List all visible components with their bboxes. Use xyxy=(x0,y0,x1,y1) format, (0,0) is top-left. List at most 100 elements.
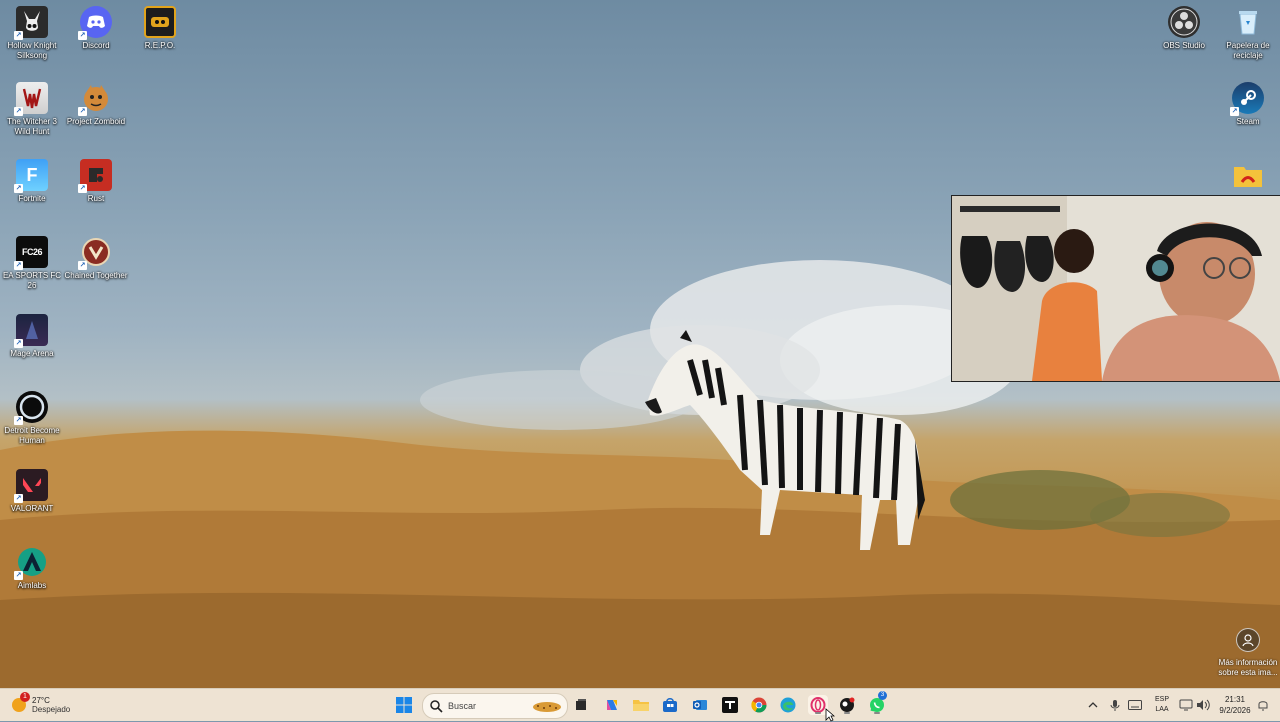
keyboard-icon xyxy=(1128,700,1142,710)
edge-icon xyxy=(780,697,796,713)
show-hidden-icons-button[interactable] xyxy=(1086,698,1100,712)
taskbar-outlook[interactable] xyxy=(690,695,710,715)
desktop-icon-label: Fortnite xyxy=(18,194,46,203)
desktop-icon-label: Project Zomboid xyxy=(66,117,126,126)
desktop-icon-steam[interactable]: ↗ Steam xyxy=(1216,82,1280,127)
search-icon xyxy=(430,700,443,713)
speaker-icon xyxy=(1197,699,1210,711)
copilot-icon xyxy=(607,700,617,710)
taskbar-file-explorer[interactable] xyxy=(631,695,651,715)
start-button[interactable] xyxy=(394,695,414,715)
desktop-icon-label: Discord xyxy=(82,41,110,50)
running-indicator xyxy=(844,712,850,714)
desktop-icon-mage-arena[interactable]: ↗ Mage Arena xyxy=(0,314,64,359)
weather-widget[interactable]: 1 27°C Despejado xyxy=(12,692,71,717)
input-language-button[interactable]: ESP LAA xyxy=(1152,695,1172,715)
desktop-icon-label: Papelera de reciclaje xyxy=(1226,41,1270,60)
tidal-icon xyxy=(722,697,738,713)
desktop-icon-folder[interactable] xyxy=(1216,160,1280,192)
desktop-icon-label: Steam xyxy=(1236,117,1260,126)
desktop-icon-obs[interactable]: OBS Studio xyxy=(1152,6,1216,51)
opera-gx-icon xyxy=(810,697,826,713)
taskbar-game-app[interactable] xyxy=(837,695,857,715)
taskbar-chrome[interactable] xyxy=(749,695,769,715)
weather-notification-badge: 1 xyxy=(20,692,30,702)
taskbar-edge[interactable] xyxy=(778,695,798,715)
whatsapp-badge: 3 xyxy=(878,691,887,700)
clock-button[interactable]: 21:31 9/2/2026 xyxy=(1214,694,1256,716)
taskbar-tidal[interactable] xyxy=(720,695,740,715)
repo-icon xyxy=(144,6,176,38)
taskbar-search[interactable]: Buscar xyxy=(422,693,568,719)
desktop-icon-label: OBS Studio xyxy=(1163,41,1205,50)
chained-together-icon: ↗ xyxy=(78,236,112,270)
taskbar-microsoft-store[interactable] xyxy=(660,695,680,715)
obs-icon xyxy=(1168,6,1200,38)
microphone-button[interactable] xyxy=(1108,698,1122,712)
desktop-icon-label: Rust xyxy=(87,194,105,203)
valorant-icon: ↗ xyxy=(14,469,48,503)
weather-temperature: 27°C xyxy=(32,696,50,705)
desktop-icon-hollow-knight[interactable]: ↗ Hollow Knight Silksong xyxy=(0,6,64,61)
folder-icon xyxy=(1232,160,1264,192)
taskbar: 1 27°C Despejado Buscar 3 ESP LAA 21:31 … xyxy=(0,688,1280,722)
desktop-icon-ea-fc26[interactable]: FC26 ↗ EA SPORTS FC 26 xyxy=(0,236,64,291)
task-view-icon xyxy=(576,699,586,710)
search-placeholder: Buscar xyxy=(448,701,477,711)
learn-more-label: Más información sobre esta ima... xyxy=(1218,658,1278,677)
desktop-icon-label: VALORANT xyxy=(10,504,54,513)
network-icon xyxy=(1179,699,1193,711)
clock-date: 9/2/2026 xyxy=(1219,706,1251,715)
desktop-icon-rust[interactable]: ↗ Rust xyxy=(64,159,128,204)
mage-arena-icon: ↗ xyxy=(14,314,48,348)
desktop-icon-label: Aimlabs xyxy=(17,581,47,590)
chevron-up-icon xyxy=(1088,702,1098,708)
desktop-icon-recycle-bin[interactable]: Papelera de reciclaje xyxy=(1216,6,1280,61)
desktop-icon-aimlabs[interactable]: ↗ Aimlabs xyxy=(0,546,64,591)
fortnite-icon: F ↗ xyxy=(14,159,48,193)
hollow-knight-icon: ↗ xyxy=(14,6,48,40)
weather-condition: Despejado xyxy=(32,705,71,714)
rust-icon: ↗ xyxy=(78,159,112,193)
chrome-icon xyxy=(751,697,767,713)
detroit-icon: ↗ xyxy=(14,391,48,425)
taskbar-whatsapp[interactable]: 3 xyxy=(867,691,887,715)
discord-icon: ↗ xyxy=(78,6,112,40)
steam-icon: ↗ xyxy=(1230,82,1264,116)
task-view-button[interactable] xyxy=(571,695,591,715)
running-indicator xyxy=(815,712,821,714)
microsoft-store-icon xyxy=(663,698,677,712)
desktop-icon-label: Detroit Become Human xyxy=(4,426,60,445)
desktop-icon-valorant[interactable]: ↗ VALORANT xyxy=(0,469,64,514)
taskbar-copilot[interactable] xyxy=(602,695,622,715)
desktop-icon-label: The Witcher 3 Wild Hunt xyxy=(7,117,57,136)
clock-time: 21:31 xyxy=(1224,695,1246,704)
witcher-icon: ↗ xyxy=(14,82,48,116)
desktop-icon-label: Mage Arena xyxy=(10,349,54,358)
game-app-icon xyxy=(840,697,855,712)
desktop-icon-fortnite[interactable]: F ↗ Fortnite xyxy=(0,159,64,204)
outlook-icon xyxy=(693,700,707,710)
desktop-icon-label: EA SPORTS FC 26 xyxy=(2,271,62,290)
volume-button[interactable] xyxy=(1196,698,1210,712)
webcam-overlay xyxy=(951,195,1280,382)
notifications-button[interactable] xyxy=(1256,698,1270,712)
desktop-icon-detroit[interactable]: ↗ Detroit Become Human xyxy=(0,391,64,446)
notification-bell-icon xyxy=(1258,701,1268,711)
desktop-icon-witcher[interactable]: ↗ The Witcher 3 Wild Hunt xyxy=(0,82,64,137)
webcam-feed-image xyxy=(952,196,1280,381)
desktop-icon-repo[interactable]: R.E.P.O. xyxy=(128,6,192,51)
desktop-icon-project-zomboid[interactable]: ↗ Project Zomboid xyxy=(64,82,128,127)
language-line1: ESP xyxy=(1154,696,1169,703)
keyboard-button[interactable] xyxy=(1128,698,1142,712)
desktop-icon-discord[interactable]: ↗ Discord xyxy=(64,6,128,51)
desktop-icon-label: Chained Together xyxy=(64,271,128,280)
file-explorer-icon xyxy=(633,700,649,711)
learn-about-picture-button[interactable]: Más información sobre esta ima... xyxy=(1216,628,1280,678)
desktop-icon-chained-together[interactable]: ↗ Chained Together xyxy=(64,236,128,281)
language-line2: LAA xyxy=(1155,706,1169,713)
network-button[interactable] xyxy=(1179,698,1193,712)
windows-start-icon xyxy=(396,697,412,713)
running-indicator xyxy=(874,712,880,714)
microphone-icon xyxy=(1110,699,1120,711)
